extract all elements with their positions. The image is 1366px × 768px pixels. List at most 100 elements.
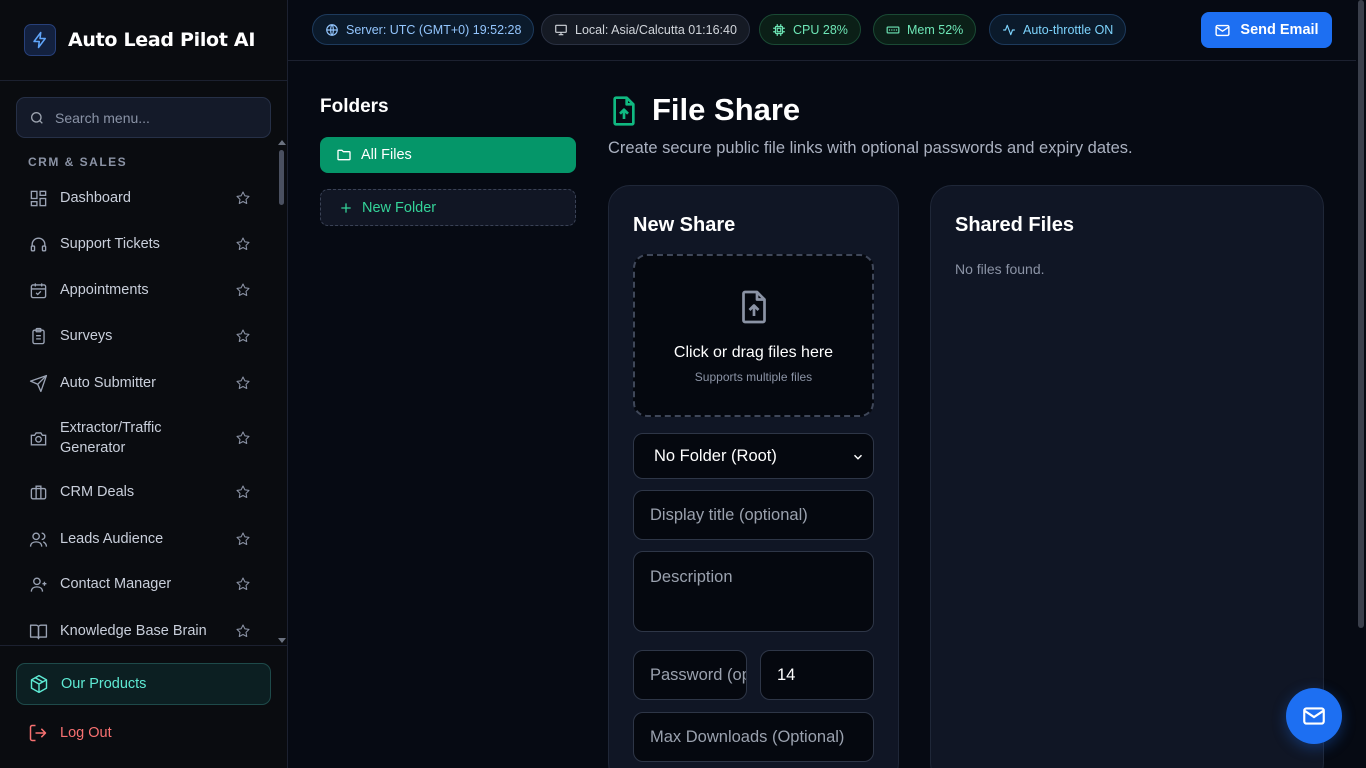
headset-icon	[28, 234, 48, 254]
max-downloads-input[interactable]	[633, 712, 874, 762]
app-name: Auto Lead Pilot AI	[68, 29, 256, 51]
sidebar-item-contact-manager[interactable]: Contact Manager	[16, 574, 271, 594]
mail-icon	[1215, 24, 1230, 36]
new-share-title: New Share	[633, 214, 736, 236]
star-icon[interactable]	[235, 375, 251, 391]
page-title: File Share	[652, 92, 801, 127]
sidebar-item-label: Support Tickets	[60, 236, 160, 252]
compose-email-fab[interactable]	[1286, 688, 1342, 744]
users-icon	[28, 529, 48, 549]
search-icon	[31, 111, 43, 124]
password-input[interactable]	[633, 650, 747, 700]
dashboard-icon	[28, 188, 48, 208]
folder-select-value: No Folder (Root)	[654, 446, 777, 465]
send-email-button[interactable]: Send Email	[1201, 12, 1332, 48]
plus-icon	[341, 202, 351, 213]
shared-files-card: Shared Files No files found.	[930, 185, 1324, 768]
server-time: Server: UTC (GMT+0) 19:52:28	[346, 22, 522, 37]
auto-throttle-badge[interactable]: Auto-throttle ON	[989, 14, 1127, 45]
sidebar-item-label: Contact Manager	[60, 576, 172, 592]
memory-value: Mem 52%	[907, 22, 964, 37]
new-folder-button[interactable]: New Folder	[320, 189, 576, 226]
camera-icon	[28, 428, 48, 448]
star-icon[interactable]	[235, 531, 251, 547]
folder-icon	[337, 149, 351, 161]
our-products-label: Our Products	[61, 676, 147, 692]
sidebar: Auto Lead Pilot AI CRM & SALES Dashboard…	[0, 0, 288, 768]
folder-select[interactable]: No Folder (Root)	[633, 433, 874, 479]
chevron-down-icon	[853, 454, 863, 460]
star-icon[interactable]	[235, 484, 251, 500]
sidebar-item-label: Dashboard	[60, 190, 131, 206]
logout-button[interactable]: Log Out	[28, 723, 112, 743]
sidebar-item-label: Leads Audience	[60, 531, 164, 547]
star-icon[interactable]	[235, 282, 251, 298]
scroll-down-arrow[interactable]	[278, 638, 286, 643]
send-email-label: Send Email	[1240, 22, 1319, 38]
folder-all-files[interactable]: All Files	[320, 137, 576, 173]
page-scrollbar[interactable]	[1358, 0, 1364, 628]
star-icon[interactable]	[235, 430, 251, 446]
mail-icon	[1303, 707, 1325, 725]
local-time-badge: Local: Asia/Calcutta 01:16:40	[541, 14, 750, 45]
sidebar-footer: Our Products Log Out	[0, 645, 288, 768]
sidebar-item-extractor[interactable]: Extractor/Traffic Generator	[16, 418, 271, 458]
logout-label: Log Out	[60, 725, 112, 741]
page-subtitle: Create secure public file links with opt…	[608, 139, 1133, 157]
sidebar-item-auto-submitter[interactable]: Auto Submitter	[16, 373, 271, 393]
memory-badge: Mem 52%	[873, 14, 977, 45]
our-products-button[interactable]: Our Products	[16, 663, 271, 705]
user-group-icon	[28, 574, 48, 594]
sidebar-item-dashboard[interactable]: Dashboard	[16, 188, 271, 208]
sidebar-search[interactable]	[16, 97, 271, 138]
sidebar-item-support-tickets[interactable]: Support Tickets	[16, 234, 271, 254]
scroll-up-arrow[interactable]	[278, 140, 286, 145]
sidebar-item-label: Knowledge Base Brain	[60, 623, 207, 639]
sidebar-item-surveys[interactable]: Surveys	[16, 326, 271, 346]
star-icon[interactable]	[235, 576, 251, 592]
local-time: Local: Asia/Calcutta 01:16:40	[575, 22, 737, 37]
cpu-value: CPU 28%	[793, 22, 848, 37]
sidebar-item-label: CRM Deals	[60, 484, 135, 500]
star-icon[interactable]	[235, 328, 251, 344]
star-icon[interactable]	[235, 190, 251, 206]
sidebar-item-leads-audience[interactable]: Leads Audience	[16, 529, 271, 549]
logout-icon	[29, 724, 47, 742]
display-title-input[interactable]	[633, 490, 874, 540]
file-dropzone[interactable]: Click or drag files here Supports multip…	[633, 254, 874, 417]
memory-icon	[886, 26, 900, 33]
activity-icon	[1003, 24, 1015, 35]
topbar: Server: UTC (GMT+0) 19:52:28 Local: Asia…	[288, 0, 1356, 61]
section-label: CRM & SALES	[28, 155, 128, 169]
cpu-badge: CPU 28%	[759, 14, 861, 45]
sidebar-item-label: Appointments	[60, 282, 149, 298]
box-icon	[30, 674, 48, 694]
shared-files-title: Shared Files	[955, 214, 1074, 236]
sidebar-item-knowledge-base[interactable]: Knowledge Base Brain	[16, 621, 271, 641]
search-input[interactable]	[55, 109, 255, 126]
sidebar-item-crm-deals[interactable]: CRM Deals	[16, 482, 271, 502]
folders-heading: Folders	[320, 96, 389, 117]
expiry-days-input[interactable]	[760, 650, 874, 700]
empty-state: No files found.	[955, 261, 1045, 277]
sidebar-item-appointments[interactable]: Appointments	[16, 280, 271, 300]
dropzone-hint: Supports multiple files	[694, 370, 813, 384]
book-open-icon	[28, 621, 48, 641]
new-share-card: New Share Click or drag files here Suppo…	[608, 185, 899, 768]
calendar-check-icon	[28, 280, 48, 300]
briefcase-icon	[28, 482, 48, 502]
auto-throttle-status: Auto-throttle ON	[1023, 22, 1114, 37]
sidebar-scrollbar[interactable]	[279, 150, 284, 205]
description-input[interactable]	[633, 551, 874, 632]
file-upload-icon	[613, 96, 635, 126]
monitor-icon	[555, 24, 567, 35]
cpu-icon	[773, 23, 785, 36]
send-icon	[28, 373, 48, 393]
star-icon[interactable]	[235, 236, 251, 252]
brand[interactable]: Auto Lead Pilot AI	[0, 0, 287, 81]
server-time-badge: Server: UTC (GMT+0) 19:52:28	[312, 14, 535, 45]
dropzone-text: Click or drag files here	[673, 344, 834, 361]
sidebar-item-label: Auto Submitter	[60, 375, 156, 391]
star-icon[interactable]	[235, 623, 251, 639]
lightning-icon	[24, 24, 56, 56]
